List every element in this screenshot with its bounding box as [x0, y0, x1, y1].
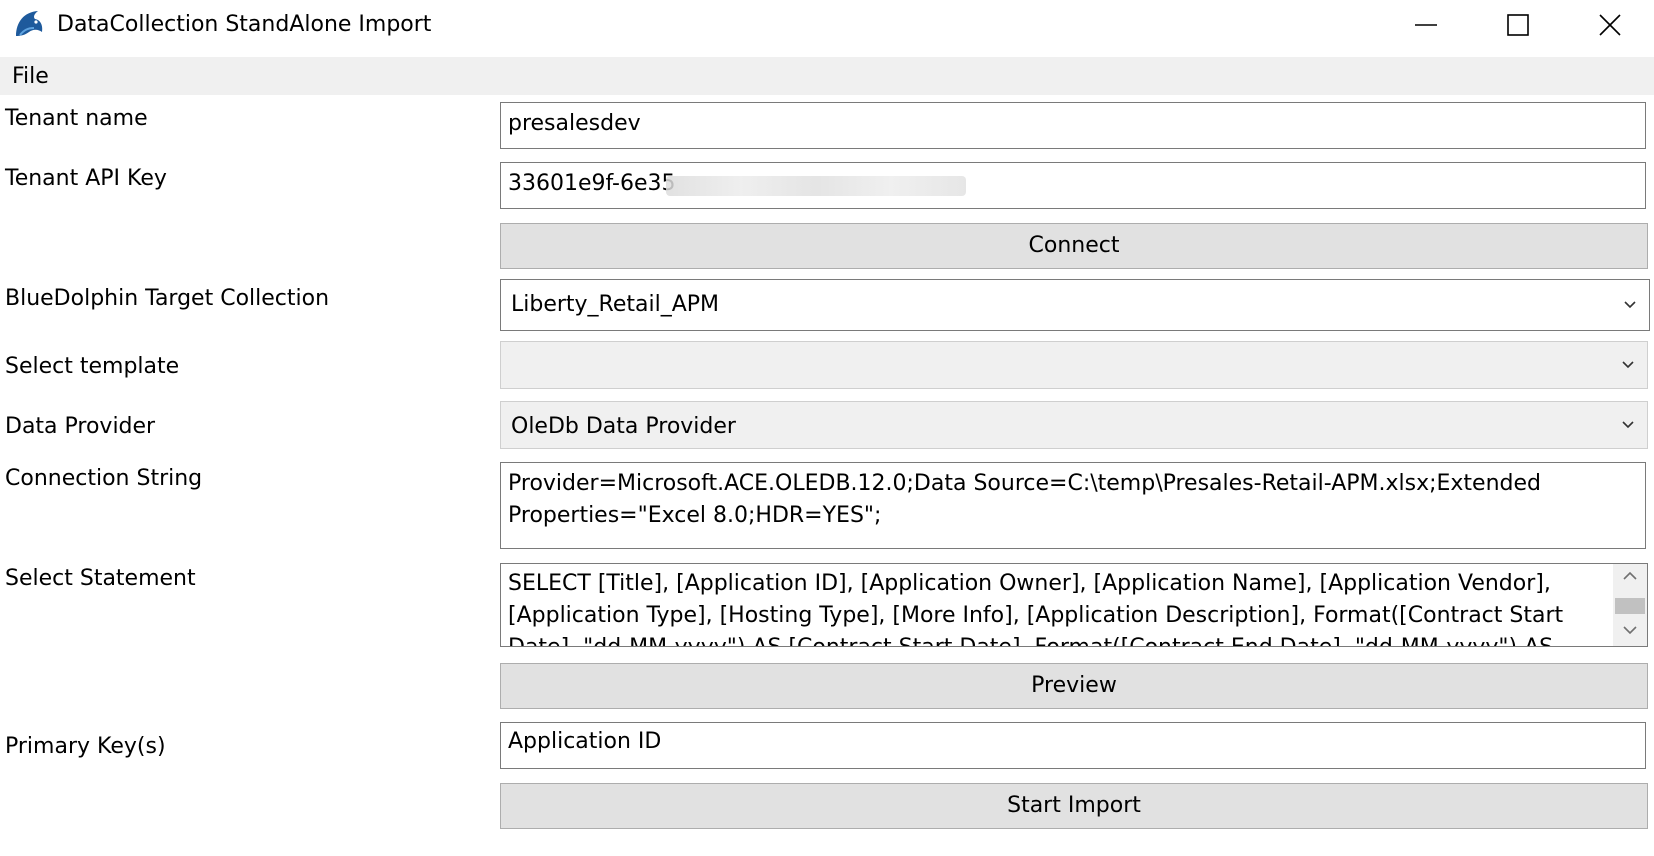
- target-collection-label: BlueDolphin Target Collection: [5, 286, 330, 311]
- redacted-key-blur: [666, 176, 966, 196]
- scroll-up-icon[interactable]: [1622, 570, 1638, 582]
- title-bar: DataCollection StandAlone Import: [0, 0, 1654, 50]
- data-provider-select[interactable]: OleDb Data Provider: [500, 401, 1648, 449]
- connection-string-value: Provider=Microsoft.ACE.OLEDB.12.0;Data S…: [508, 471, 1542, 528]
- data-provider-value: OleDb Data Provider: [511, 414, 736, 439]
- tenant-name-input[interactable]: presalesdev: [500, 102, 1646, 149]
- data-provider-label: Data Provider: [5, 414, 156, 439]
- tenant-name-label: Tenant name: [5, 106, 148, 131]
- close-button[interactable]: [1564, 0, 1654, 50]
- select-statement-label: Select Statement: [5, 566, 196, 591]
- connection-string-label: Connection String: [5, 466, 203, 491]
- connection-string-input[interactable]: Provider=Microsoft.ACE.OLEDB.12.0;Data S…: [500, 462, 1646, 549]
- scroll-down-icon[interactable]: [1622, 624, 1638, 636]
- menu-file[interactable]: File: [12, 64, 49, 89]
- target-collection-value: Liberty_Retail_APM: [511, 292, 720, 317]
- start-import-button-label: Start Import: [1007, 793, 1141, 818]
- maximize-button[interactable]: [1472, 0, 1564, 50]
- window-title: DataCollection StandAlone Import: [57, 12, 432, 37]
- chevron-down-icon: [1622, 361, 1634, 369]
- connect-button[interactable]: Connect: [500, 223, 1648, 269]
- select-statement-value: SELECT [Title], [Application ID], [Appli…: [508, 571, 1564, 646]
- scrollbar-thumb[interactable]: [1615, 598, 1645, 614]
- primary-keys-value: Application ID: [508, 729, 662, 754]
- menu-bar: File: [0, 57, 1654, 95]
- primary-keys-label: Primary Key(s): [5, 734, 166, 759]
- connect-button-label: Connect: [1028, 233, 1120, 258]
- select-statement-scrollbar[interactable]: [1613, 564, 1647, 646]
- select-template-select[interactable]: [500, 341, 1648, 389]
- minimize-icon: [1415, 24, 1437, 26]
- tenant-name-value: presalesdev: [508, 111, 641, 136]
- chevron-down-icon: [1622, 421, 1634, 429]
- target-collection-select[interactable]: Liberty_Retail_APM: [500, 279, 1650, 331]
- preview-button-label: Preview: [1031, 673, 1117, 698]
- select-template-label: Select template: [5, 354, 180, 379]
- select-statement-input[interactable]: SELECT [Title], [Application ID], [Appli…: [500, 563, 1648, 647]
- preview-button[interactable]: Preview: [500, 663, 1648, 709]
- tenant-api-key-label: Tenant API Key: [5, 166, 167, 191]
- start-import-button[interactable]: Start Import: [500, 783, 1648, 829]
- maximize-icon: [1507, 14, 1529, 36]
- primary-keys-input[interactable]: Application ID: [500, 722, 1646, 769]
- minimize-button[interactable]: [1380, 0, 1472, 50]
- chevron-down-icon: [1624, 301, 1636, 309]
- dolphin-logo-icon: [16, 11, 43, 36]
- close-icon: [1599, 14, 1621, 36]
- tenant-api-key-input[interactable]: 33601e9f-6e35: [500, 162, 1646, 209]
- tenant-api-key-value: 33601e9f-6e35: [508, 171, 676, 196]
